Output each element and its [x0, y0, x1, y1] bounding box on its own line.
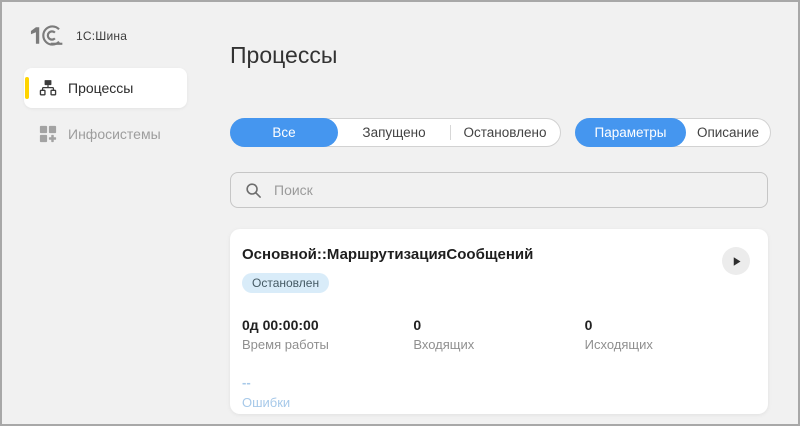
stat-value: 0: [584, 317, 593, 333]
sidebar-item-label: Процессы: [68, 80, 134, 96]
stat-label: Входящих: [413, 337, 475, 352]
active-indicator: [25, 77, 29, 99]
1c-logo-icon: [26, 24, 64, 47]
stat-uptime: 0д 00:00:00 Время работы: [242, 317, 413, 352]
process-name: Основной::МаршрутизацияСообщений: [242, 246, 534, 263]
sidebar-item-label: Инфосистемы: [68, 126, 161, 142]
stat-incoming: 0 Входящих: [413, 317, 584, 352]
view-switcher-tabs: Параметры Описание: [575, 118, 771, 147]
stat-value: 0: [413, 317, 422, 333]
search-input[interactable]: [272, 173, 767, 207]
brand: 1С:Шина: [26, 24, 127, 47]
stat-label: Исходящих: [584, 337, 653, 352]
sitemap-icon: [39, 79, 57, 97]
sidebar-item-infosystems[interactable]: Инфосистемы: [24, 114, 187, 154]
start-process-button[interactable]: [722, 247, 750, 275]
stat-outgoing: 0 Исходящих: [585, 317, 756, 352]
app-window: 1С:Шина Процессы Инфосистемы Процессы Вс…: [0, 0, 800, 426]
tab-running[interactable]: Запущено: [338, 119, 450, 146]
page-title: Процессы: [230, 42, 338, 68]
tab-description[interactable]: Описание: [686, 119, 770, 146]
errors-link[interactable]: Ошибки: [242, 395, 290, 410]
tab-stopped[interactable]: Остановлено: [450, 119, 560, 146]
search-box: [230, 172, 768, 208]
errors-value: --: [242, 375, 251, 390]
grid-plus-icon: [39, 125, 57, 143]
brand-name: 1С:Шина: [76, 28, 128, 43]
sidebar-item-processes[interactable]: Процессы: [24, 68, 187, 108]
process-card: Основной::МаршрутизацияСообщений Останов…: [230, 229, 768, 414]
tab-all[interactable]: Все: [230, 118, 338, 147]
stat-label: Время работы: [242, 337, 329, 352]
status-badge: Остановлен: [242, 273, 330, 293]
stat-value: 0д 00:00:00: [242, 317, 319, 333]
process-stats: 0д 00:00:00 Время работы 0 Входящих 0 Ис…: [242, 317, 756, 352]
play-icon: [731, 256, 742, 267]
tab-parameters[interactable]: Параметры: [575, 118, 686, 147]
errors-block: -- Ошибки: [242, 375, 756, 412]
status-filter-tabs: Все Запущено Остановлено: [230, 118, 561, 147]
search-icon: [245, 182, 262, 199]
